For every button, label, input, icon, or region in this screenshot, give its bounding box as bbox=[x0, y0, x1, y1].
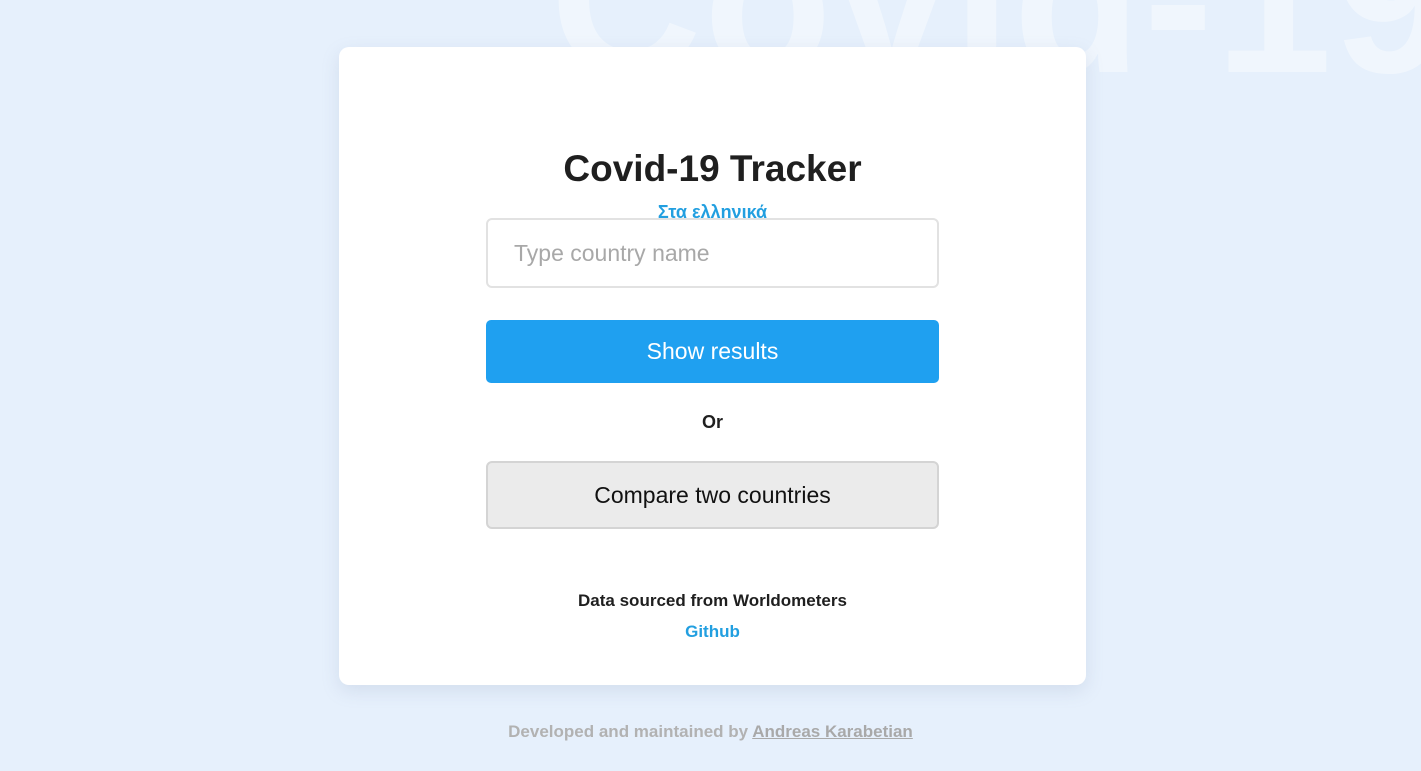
data-source-text: Data sourced from Worldometers bbox=[578, 591, 847, 610]
page: Covid-19 Covid-19 Tracker Στα ελληνικά S… bbox=[0, 0, 1421, 771]
github-link[interactable]: Github bbox=[339, 622, 1086, 642]
footer: Developed and maintained by Andreas Kara… bbox=[0, 722, 1421, 742]
show-results-button[interactable]: Show results bbox=[486, 320, 939, 383]
country-search-input[interactable] bbox=[486, 218, 939, 288]
footer-prefix: Developed and maintained by bbox=[508, 722, 753, 741]
author-link[interactable]: Andreas Karabetian bbox=[752, 722, 913, 741]
tracker-card: Covid-19 Tracker Στα ελληνικά Show resul… bbox=[339, 47, 1086, 685]
page-title: Covid-19 Tracker bbox=[563, 148, 862, 189]
or-separator: Or bbox=[701, 412, 723, 432]
compare-countries-button[interactable]: Compare two countries bbox=[486, 461, 939, 529]
